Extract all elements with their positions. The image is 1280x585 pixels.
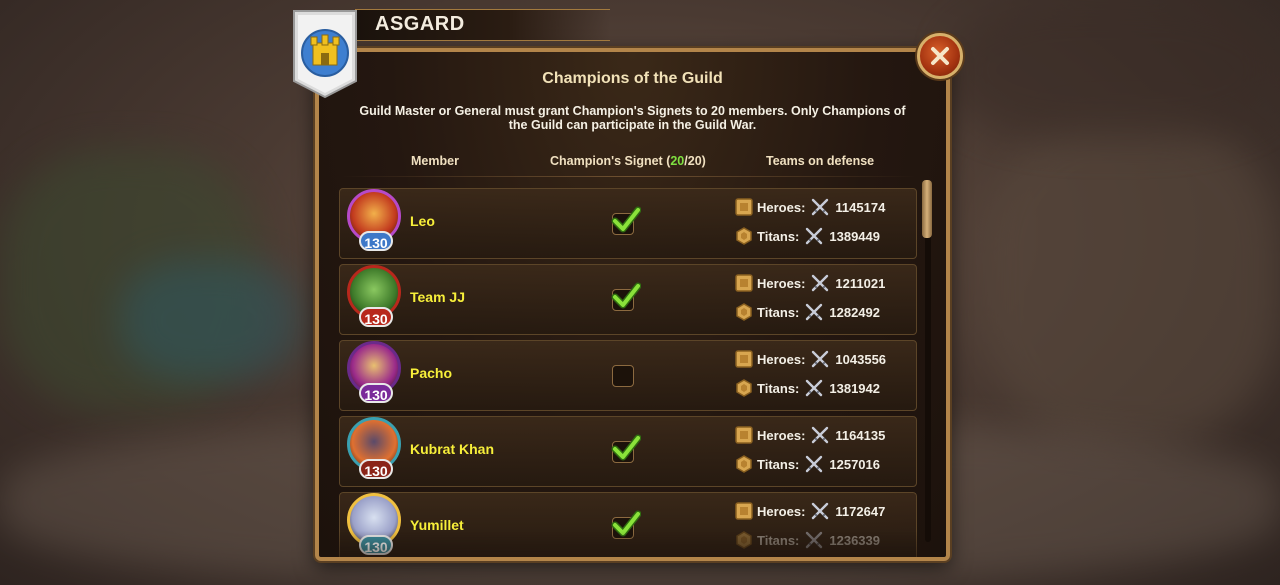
titans-line: Titans: 1381942: [735, 378, 880, 398]
hero-shield-icon: [735, 350, 753, 368]
titans-line: Titans: 1236339: [735, 530, 880, 550]
member-row[interactable]: 130 Team JJ Heroes: 1211021 Titans: 1282…: [339, 264, 917, 335]
column-teams: Teams on defense: [766, 154, 875, 168]
crossed-swords-icon: [812, 350, 829, 368]
titans-label: Titans:: [757, 532, 800, 548]
member-row[interactable]: 130 Yumillet Heroes: 1172647 Titans: 123…: [339, 491, 917, 557]
signet-checkbox[interactable]: [611, 434, 641, 463]
titans-label: Titans:: [757, 304, 800, 320]
crossed-swords-icon: [806, 531, 823, 549]
heroes-line: Heroes: 1172647: [735, 501, 885, 521]
heroes-line: Heroes: 1145174: [735, 197, 885, 217]
member-row[interactable]: 130 Leo Heroes: 1145174 Titans: 1389449: [339, 188, 917, 259]
signet-checkbox[interactable]: [611, 206, 641, 235]
close-icon: [931, 47, 949, 65]
column-member: Member: [411, 154, 459, 168]
header-divider: [339, 176, 917, 177]
member-avatar[interactable]: 130: [344, 263, 406, 329]
heroes-power: 1043556: [835, 351, 887, 367]
checkmark-icon: [611, 282, 641, 309]
level-badge: 130: [359, 307, 393, 327]
heroes-power: 1172647: [835, 503, 886, 519]
signet-label: Champion's Signet: [550, 154, 663, 168]
heroes-line: Heroes: 1164135: [735, 425, 885, 445]
titans-line: Titans: 1282492: [735, 302, 880, 322]
member-avatar[interactable]: 130: [344, 339, 406, 405]
crossed-swords-icon: [812, 426, 829, 444]
crossed-swords-icon: [806, 227, 823, 245]
crossed-swords-icon: [806, 303, 823, 321]
member-name[interactable]: Yumillet: [410, 517, 464, 533]
titan-hex-icon: [736, 455, 752, 473]
heroes-power: 1145174: [835, 199, 886, 215]
titans-label: Titans:: [757, 228, 800, 244]
heroes-power: 1164135: [835, 427, 886, 443]
titan-hex-icon: [736, 303, 752, 321]
titans-label: Titans:: [757, 456, 800, 472]
member-row[interactable]: 130 Pacho Heroes: 1043556 Titans: 138194…: [339, 340, 917, 411]
column-signet: Champion's Signet (20/20): [550, 154, 706, 168]
titans-power: 1282492: [829, 304, 881, 320]
heroes-label: Heroes:: [757, 275, 806, 291]
checkmark-icon: [611, 434, 641, 461]
hero-shield-icon: [735, 274, 753, 292]
titans-power: 1257016: [829, 456, 881, 472]
titan-hex-icon: [736, 531, 752, 549]
titans-power: 1381942: [829, 380, 881, 396]
member-name[interactable]: Leo: [410, 213, 435, 229]
level-badge: 130: [359, 231, 393, 251]
heroes-label: Heroes:: [757, 503, 806, 519]
member-name[interactable]: Team JJ: [410, 289, 465, 305]
member-name[interactable]: Pacho: [410, 365, 452, 381]
dialog-description: Guild Master or General must grant Champ…: [359, 104, 906, 132]
checkmark-icon: [611, 510, 641, 537]
heroes-line: Heroes: 1211021: [735, 273, 885, 293]
signet-count: 20: [670, 154, 685, 168]
level-badge: 130: [359, 459, 393, 479]
member-avatar[interactable]: 130: [344, 415, 406, 481]
titans-label: Titans:: [757, 380, 800, 396]
heroes-label: Heroes:: [757, 427, 806, 443]
signet-total: /20): [684, 154, 706, 168]
titan-hex-icon: [736, 227, 752, 245]
heroes-power: 1211021: [835, 275, 886, 291]
heroes-label: Heroes:: [757, 199, 806, 215]
titans-power: 1389449: [829, 228, 881, 244]
guild-title-bar: ASGARD: [355, 9, 610, 41]
titans-power: 1236339: [829, 532, 881, 548]
member-name[interactable]: Kubrat Khan: [410, 441, 494, 457]
member-avatar[interactable]: 130: [344, 491, 406, 557]
crossed-swords-icon: [806, 455, 823, 473]
signet-checkbox[interactable]: [611, 510, 641, 539]
signet-checkbox[interactable]: [612, 365, 634, 387]
level-badge: 130: [359, 535, 393, 555]
hero-shield-icon: [735, 198, 753, 216]
close-button[interactable]: [917, 33, 963, 79]
dialog-title: Champions of the Guild: [542, 70, 723, 87]
guild-name: ASGARD: [375, 13, 465, 35]
member-row[interactable]: 130 Kubrat Khan Heroes: 1164135 Titans: …: [339, 416, 917, 487]
member-avatar[interactable]: 130: [344, 187, 406, 253]
heroes-line: Heroes: 1043556: [735, 349, 886, 369]
crossed-swords-icon: [812, 502, 829, 520]
scrollbar-thumb[interactable]: [922, 180, 932, 238]
level-badge: 130: [359, 383, 393, 403]
guild-emblem-banner: [293, 10, 357, 99]
crossed-swords-icon: [812, 274, 829, 292]
hero-shield-icon: [735, 426, 753, 444]
crossed-swords-icon: [812, 198, 829, 216]
signet-checkbox[interactable]: [611, 282, 641, 311]
heroes-label: Heroes:: [757, 351, 806, 367]
titans-line: Titans: 1389449: [735, 226, 880, 246]
champions-dialog: Champions of the Guild Guild Master or G…: [315, 48, 950, 561]
crossed-swords-icon: [806, 379, 823, 397]
titans-line: Titans: 1257016: [735, 454, 880, 474]
checkmark-icon: [611, 206, 641, 233]
hero-shield-icon: [735, 502, 753, 520]
titan-hex-icon: [736, 379, 752, 397]
